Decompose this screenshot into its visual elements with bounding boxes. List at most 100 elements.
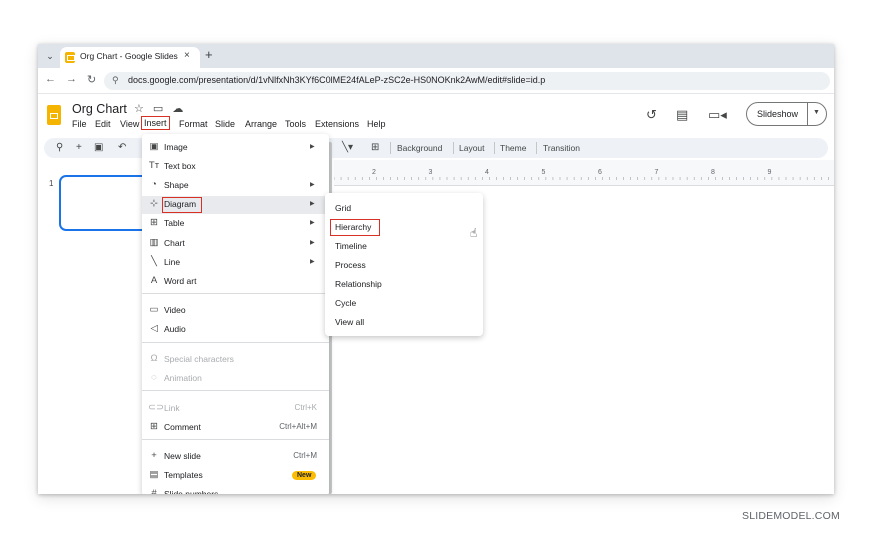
menu-item-label: Word art (164, 276, 197, 286)
transition-button[interactable]: Transition (543, 143, 580, 153)
background-button[interactable]: Background (397, 143, 442, 153)
shape-icon: ◔ (151, 179, 157, 190)
add-icon[interactable]: + (76, 142, 82, 153)
templates-icon: ▤ (149, 469, 159, 480)
insert-menu: ▣ Image ▶ Tт Text box ◔ Shape ▶ ⊹ Diagram ▶ ⊞ Table ▶… (142, 134, 329, 494)
layout-button[interactable]: Layout (459, 143, 485, 153)
theme-button[interactable]: Theme (500, 143, 526, 153)
ruler-label: 7 (655, 169, 659, 176)
forward-icon[interactable]: → (66, 73, 77, 85)
menu-shortcut: Ctrl+M (293, 451, 317, 460)
tab-bar: ⌄ Org Chart - Google Slides × + (38, 44, 834, 68)
menu-shortcut: Ctrl+Alt+M (279, 422, 317, 431)
horizontal-ruler: 2 3 4 5 6 7 8 9 (334, 169, 829, 180)
hash-icon: # (151, 488, 157, 494)
insert-item-comment[interactable]: ⊞ Comment Ctrl+Alt+M (142, 419, 329, 437)
slides-favicon-icon (65, 52, 75, 63)
menu-format[interactable]: Format (179, 119, 208, 129)
diagram-option-cycle[interactable]: Cycle (325, 294, 483, 312)
submenu-item-label: Hierarchy (335, 222, 372, 232)
new-tab-button[interactable]: + (205, 47, 213, 62)
diagram-option-process[interactable]: Process (325, 256, 483, 274)
menu-separator (142, 439, 329, 440)
menu-file[interactable]: File (72, 119, 87, 129)
menu-arrange[interactable]: Arrange (245, 119, 277, 129)
chart-icon: ▥ (149, 237, 159, 248)
menu-slide[interactable]: Slide (215, 119, 235, 129)
comments-icon[interactable]: ▤ (676, 107, 688, 123)
menu-item-label: Animation (164, 373, 202, 383)
version-history-icon[interactable]: ↺ (646, 107, 657, 123)
menu-item-label: Image (164, 142, 188, 152)
menu-item-label: Chart (164, 238, 185, 248)
menu-insert[interactable]: Insert (141, 116, 170, 130)
tab-list-icon[interactable]: ⌄ (43, 49, 57, 63)
menu-tools[interactable]: Tools (285, 119, 306, 129)
undo-icon[interactable]: ↶ (118, 142, 126, 153)
insert-item-slide-numbers[interactable]: # Slide numbers (142, 486, 329, 494)
url-bar[interactable]: ⚲ docs.google.com/presentation/d/1vNlfxN… (104, 72, 830, 90)
menu-extensions[interactable]: Extensions (315, 119, 359, 129)
menu-item-label: Slide numbers (164, 489, 219, 494)
submenu-item-label: Cycle (335, 298, 357, 308)
menu-item-label: Text box (164, 161, 196, 171)
insert-comment-icon[interactable]: ⊞ (371, 142, 379, 153)
menu-item-label: Video (164, 305, 186, 315)
document-title[interactable]: Org Chart (72, 102, 127, 116)
insert-item-shape[interactable]: ◔ Shape ▶ (142, 177, 329, 195)
diagram-option-timeline[interactable]: Timeline (325, 237, 483, 255)
submenu-item-label: Grid (335, 203, 352, 213)
textbox-icon: Tт (148, 160, 160, 171)
insert-item-line[interactable]: ╲ Line ▶ (142, 254, 329, 272)
menu-view[interactable]: View (120, 119, 139, 129)
diagram-option-hierarchy[interactable]: Hierarchy (325, 218, 483, 236)
diagram-option-grid[interactable]: Grid (325, 199, 483, 217)
menu-separator (142, 293, 329, 294)
slide-thumbnail[interactable] (59, 175, 154, 231)
back-icon[interactable]: ← (45, 73, 56, 85)
site-info-icon[interactable]: ⚲ (112, 75, 119, 86)
link-icon: ⊂⊃ (148, 402, 164, 413)
diagram-option-view-all[interactable]: View all (325, 313, 483, 331)
insert-item-word-art[interactable]: A Word art (142, 273, 329, 291)
menu-item-label: Table (164, 218, 185, 228)
insert-item-chart[interactable]: ▥ Chart ▶ (142, 235, 329, 253)
insert-item-video[interactable]: ▭ Video (142, 302, 329, 320)
new-slide-icon[interactable]: ▣ (94, 142, 103, 153)
diagram-icon: ⊹ (150, 198, 158, 209)
tab-title: Org Chart - Google Slides (80, 51, 178, 61)
submenu-item-label: Timeline (335, 241, 367, 251)
menu-item-label: Templates (164, 470, 203, 480)
submenu-arrow-icon: ▶ (310, 144, 315, 150)
plus-icon: + (151, 450, 157, 461)
insert-item-image[interactable]: ▣ Image ▶ (142, 139, 329, 157)
search-icon[interactable]: ⚲ (56, 142, 63, 153)
menu-item-label: Comment (164, 422, 201, 432)
ruler-label: 8 (711, 169, 715, 176)
diagram-option-relationship[interactable]: Relationship (325, 275, 483, 293)
insert-item-templates[interactable]: ▤ Templates New (142, 467, 329, 485)
menu-item-label: New slide (164, 451, 201, 461)
diagram-submenu: Grid Hierarchy Timeline Process Relationship… (325, 193, 483, 336)
line-tool-icon[interactable]: ╲▾ (342, 142, 353, 153)
submenu-arrow-icon: ▶ (310, 259, 315, 265)
menu-separator (142, 342, 329, 343)
menu-edit[interactable]: Edit (95, 119, 111, 129)
slideshow-button[interactable]: Slideshow ▼ (746, 102, 827, 126)
insert-item-table[interactable]: ⊞ Table ▶ (142, 215, 329, 233)
insert-item-audio[interactable]: ◁ Audio (142, 321, 329, 339)
slides-logo-icon[interactable] (47, 105, 61, 125)
browser-tab[interactable]: Org Chart - Google Slides × (60, 47, 200, 68)
insert-item-diagram[interactable]: ⊹ Diagram ▶ (142, 196, 329, 214)
reload-icon[interactable]: ↻ (87, 73, 96, 86)
insert-item-new-slide[interactable]: + New slide Ctrl+M (142, 448, 329, 466)
meet-icon[interactable]: ▭◂ (708, 107, 727, 123)
title-action-icons[interactable]: ☆ ▭ ☁ (134, 102, 186, 115)
chevron-down-icon[interactable]: ▼ (813, 109, 820, 116)
insert-item-text-box[interactable]: Tт Text box (142, 158, 329, 176)
close-tab-icon[interactable]: × (184, 50, 190, 61)
menu-item-label: Link (164, 403, 180, 413)
new-badge: New (292, 471, 317, 480)
menu-help[interactable]: Help (367, 119, 386, 129)
animation-icon: ◌ (151, 372, 157, 383)
